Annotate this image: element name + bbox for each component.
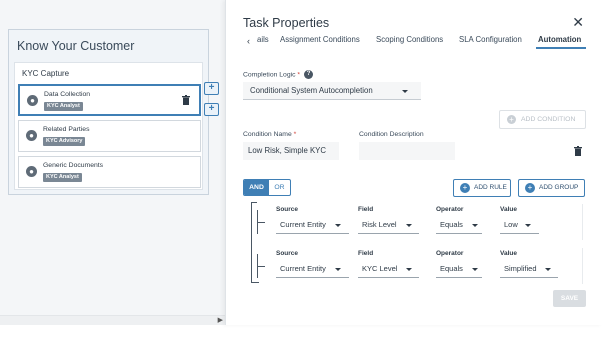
- field-value: Risk Level: [362, 220, 397, 229]
- capture-title: KYC Capture: [22, 69, 70, 78]
- task-name: Related Parties: [43, 126, 90, 133]
- operator-value: Equals: [440, 264, 463, 273]
- save-button[interactable]: SAVE: [553, 290, 586, 307]
- value-select[interactable]: Simplified: [500, 262, 558, 278]
- task-generic-documents[interactable]: ● Generic Documents KYC Analyst: [18, 156, 201, 188]
- chevron-down-icon: [525, 224, 531, 227]
- chevron-down-icon: [335, 268, 341, 271]
- tree-connector: [257, 222, 265, 223]
- required-marker: *: [291, 131, 297, 138]
- source-header: Source: [276, 250, 299, 257]
- add-rule-button[interactable]: + ADD RULE: [453, 179, 511, 197]
- active-tab-indicator: [536, 47, 586, 49]
- condition-name-label: Condition Name *: [243, 131, 296, 138]
- field-select[interactable]: KYC Level: [358, 262, 419, 278]
- field-value: KYC Level: [362, 264, 398, 273]
- and-option[interactable]: AND: [244, 180, 269, 195]
- trash-icon[interactable]: [574, 146, 582, 156]
- trash-icon[interactable]: [182, 95, 190, 105]
- add-above-button[interactable]: +: [204, 82, 219, 95]
- person-icon: ●: [26, 166, 37, 177]
- plus-icon: +: [525, 183, 535, 193]
- tab-automation[interactable]: Automation: [538, 35, 581, 44]
- person-icon: ●: [27, 95, 38, 106]
- add-condition-button[interactable]: + ADD CONDITION: [499, 110, 586, 129]
- rule-row: Source Field Operator Value Current Enti…: [265, 204, 583, 240]
- role-badge: KYC Advisory: [43, 137, 86, 146]
- task-data-collection[interactable]: ● Data Collection KYC Analyst: [18, 84, 201, 116]
- operator-header: Operator: [436, 206, 464, 213]
- and-or-toggle[interactable]: AND OR: [243, 179, 291, 196]
- source-header: Source: [276, 206, 299, 213]
- tree-connector: [251, 282, 259, 283]
- completion-logic-value: Conditional System Autocompletion: [250, 86, 373, 95]
- drawer-title: Task Properties: [243, 16, 330, 30]
- chevron-down-icon: [472, 268, 478, 271]
- add-rule-label: ADD RULE: [474, 184, 507, 191]
- tab-details[interactable]: ails: [257, 35, 269, 44]
- rule-value: Simplified: [504, 264, 537, 273]
- rule-value: Low: [504, 220, 518, 229]
- plus-icon: +: [460, 183, 470, 193]
- task-properties-drawer: Task Properties ✕ ‹ ails Assignment Cond…: [225, 0, 602, 325]
- task-related-parties[interactable]: ● Related Parties KYC Advisory: [18, 120, 201, 152]
- add-group-button[interactable]: + ADD GROUP: [518, 179, 585, 197]
- condition-name-label-text: Condition Name: [243, 131, 292, 138]
- source-value: Current Entity: [280, 220, 326, 229]
- add-group-label: ADD GROUP: [539, 184, 579, 191]
- operator-select[interactable]: Equals: [436, 262, 482, 278]
- condition-description-label: Condition Description: [359, 131, 424, 138]
- close-icon[interactable]: ✕: [572, 14, 584, 31]
- or-option[interactable]: OR: [269, 180, 290, 195]
- role-badge: KYC Analyst: [44, 102, 83, 111]
- completion-logic-label-text: Completion Logic: [243, 71, 296, 79]
- field-select[interactable]: Risk Level: [358, 218, 419, 234]
- task-name: Data Collection: [44, 91, 91, 98]
- kyc-capture-group: KYC Capture ● Data Collection KYC Analys…: [14, 62, 203, 190]
- source-select[interactable]: Current Entity: [276, 218, 349, 234]
- value-header: Value: [500, 250, 517, 257]
- condition-description-input[interactable]: [359, 142, 455, 160]
- task-name: Generic Documents: [43, 162, 104, 169]
- rule-row: Source Field Operator Value Current Enti…: [265, 248, 583, 284]
- operator-value: Equals: [440, 220, 463, 229]
- help-icon[interactable]: ?: [304, 70, 314, 79]
- chevron-down-icon: [472, 224, 478, 227]
- value-header: Value: [500, 206, 517, 213]
- required-marker: *: [295, 71, 301, 79]
- source-value: Current Entity: [280, 264, 326, 273]
- tree-connector: [251, 202, 252, 282]
- add-condition-label: ADD CONDITION: [521, 116, 576, 123]
- kyc-stage-panel: Know Your Customer KYC Capture ● Data Co…: [8, 29, 209, 195]
- completion-logic-select[interactable]: Conditional System Autocompletion: [243, 82, 421, 100]
- operator-select[interactable]: Equals: [436, 218, 482, 234]
- chevron-left-icon[interactable]: ‹: [247, 36, 250, 46]
- tree-connector: [251, 202, 257, 203]
- chevron-down-icon: [402, 90, 408, 93]
- scroll-right-icon[interactable]: ▶: [218, 316, 223, 324]
- stage-title: Know Your Customer: [17, 39, 135, 53]
- role-badge: KYC Analyst: [43, 173, 82, 182]
- tab-scoping-conditions[interactable]: Scoping Conditions: [376, 35, 443, 44]
- person-icon: ●: [26, 130, 37, 141]
- tab-assignment-conditions[interactable]: Assignment Conditions: [280, 35, 360, 44]
- condition-name-input[interactable]: Low Risk, Simple KYC: [243, 142, 339, 160]
- add-below-button[interactable]: +: [204, 103, 219, 116]
- value-select[interactable]: Low: [500, 218, 539, 234]
- workflow-canvas: Know Your Customer KYC Capture ● Data Co…: [0, 0, 225, 325]
- source-select[interactable]: Current Entity: [276, 262, 349, 278]
- chevron-down-icon: [335, 224, 341, 227]
- horizontal-scrollbar[interactable]: ▶: [0, 315, 225, 325]
- tab-sla-configuration[interactable]: SLA Configuration: [459, 35, 522, 44]
- chevron-down-icon: [406, 268, 412, 271]
- tree-connector: [257, 266, 265, 267]
- tab-bar: ‹ ails Assignment Conditions Scoping Con…: [243, 34, 587, 50]
- chevron-down-icon: [545, 268, 551, 271]
- chevron-down-icon: [406, 224, 412, 227]
- operator-header: Operator: [436, 250, 464, 257]
- plus-icon: +: [507, 115, 516, 124]
- field-header: Field: [358, 250, 374, 257]
- field-header: Field: [358, 206, 374, 213]
- completion-logic-label: Completion Logic *?: [243, 70, 314, 79]
